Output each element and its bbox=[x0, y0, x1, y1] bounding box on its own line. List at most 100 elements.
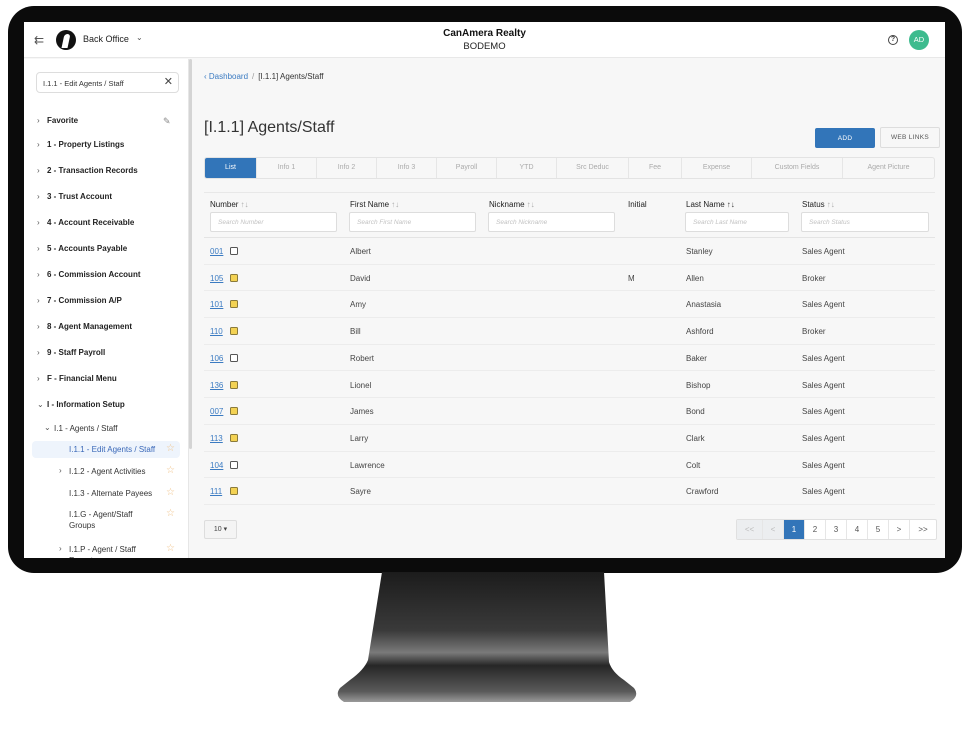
tab-info-2[interactable]: Info 2 bbox=[317, 158, 377, 178]
web-links-button[interactable]: WEB LINKS bbox=[880, 127, 940, 148]
breadcrumb-dashboard-link[interactable]: ‹ Dashboard bbox=[204, 72, 248, 81]
page-button[interactable]: 1 bbox=[784, 520, 805, 539]
tab-list[interactable]: List bbox=[205, 158, 257, 178]
table-row[interactable]: 106 Robert Baker Sales Agent bbox=[204, 345, 935, 372]
agent-number-link[interactable]: 105 bbox=[210, 274, 223, 283]
note-filled-icon[interactable] bbox=[230, 273, 238, 282]
note-filled-icon[interactable] bbox=[230, 433, 238, 442]
star-icon[interactable]: ☆ bbox=[166, 508, 175, 519]
note-filled-icon[interactable] bbox=[230, 487, 238, 496]
star-icon[interactable]: ☆ bbox=[166, 487, 175, 498]
column-header-number[interactable]: Number ↑↓ bbox=[210, 200, 248, 209]
sidebar-item-agent-management[interactable]: › 8 - Agent Management bbox=[24, 318, 188, 336]
search-status-input[interactable] bbox=[809, 217, 923, 228]
tab-expense[interactable]: Expense bbox=[682, 158, 752, 178]
table-row[interactable]: 101 Amy Anastasia Sales Agent bbox=[204, 291, 935, 319]
column-header-nickname[interactable]: Nickname ↑↓ bbox=[489, 200, 535, 209]
avatar[interactable]: AD bbox=[909, 30, 929, 50]
agent-number-link[interactable]: 001 bbox=[210, 247, 223, 256]
tab-fee[interactable]: Fee bbox=[629, 158, 682, 178]
sidebar-item-commission-ap[interactable]: › 7 - Commission A/P bbox=[24, 292, 188, 310]
agent-number-link[interactable]: 007 bbox=[210, 407, 223, 416]
add-button[interactable]: ADD bbox=[815, 128, 875, 148]
sidebar-item-information-setup[interactable]: ⌄ I - Information Setup bbox=[24, 396, 188, 414]
agent-number-link[interactable]: 106 bbox=[210, 354, 223, 363]
page-button[interactable]: 5 bbox=[868, 520, 889, 539]
note-filled-icon[interactable] bbox=[230, 327, 238, 336]
column-header-last-name[interactable]: Last Name ↑↓ bbox=[686, 200, 735, 209]
note-empty-icon[interactable] bbox=[230, 460, 238, 469]
search-first-name-input[interactable] bbox=[357, 217, 470, 228]
pencil-icon[interactable]: ✎ bbox=[163, 112, 171, 130]
tab-src-deduc[interactable]: Src Deduc bbox=[557, 158, 629, 178]
table-row[interactable]: 110 Bill Ashford Broker bbox=[204, 318, 935, 345]
sidebar-item-trust-account[interactable]: › 3 - Trust Account bbox=[24, 188, 188, 206]
sidebar-item-account-receivable[interactable]: › 4 - Account Receivable bbox=[24, 214, 188, 232]
table-row[interactable]: 007 James Bond Sales Agent bbox=[204, 398, 935, 425]
sidebar-subitem-agent-activities[interactable]: › I.1.2 - Agent Activities ☆ bbox=[24, 464, 188, 480]
tab-custom-fields[interactable]: Custom Fields bbox=[752, 158, 843, 178]
sidebar-item-label: 4 - Account Receivable bbox=[47, 218, 135, 227]
tab-info-3[interactable]: Info 3 bbox=[377, 158, 437, 178]
sidebar-subitem-agent-staff-reports[interactable]: › I.1.P - Agent / Staff Reports ☆ bbox=[24, 542, 188, 558]
agent-number-link[interactable]: 113 bbox=[210, 434, 223, 443]
sidebar-subitem-alternate-payees[interactable]: I.1.3 - Alternate Payees ☆ bbox=[24, 486, 188, 502]
note-filled-icon[interactable] bbox=[230, 300, 238, 309]
last-page-button[interactable]: >> bbox=[910, 520, 936, 539]
tab-ytd[interactable]: YTD bbox=[497, 158, 557, 178]
search-last-name-input[interactable] bbox=[693, 217, 785, 228]
sidebar-item-accounts-payable[interactable]: › 5 - Accounts Payable bbox=[24, 240, 188, 258]
first-page-button[interactable]: << bbox=[737, 520, 763, 539]
agent-number-link[interactable]: 104 bbox=[210, 461, 223, 470]
sidebar-item-commission-account[interactable]: › 6 - Commission Account bbox=[24, 266, 188, 284]
sidebar-search-input[interactable] bbox=[43, 77, 158, 89]
table-row[interactable]: 113 Larry Clark Sales Agent bbox=[204, 425, 935, 452]
table-row[interactable]: 111 Sayre Crawford Sales Agent bbox=[204, 478, 935, 505]
sidebar-item-financial-menu[interactable]: › F - Financial Menu bbox=[24, 370, 188, 388]
table-row[interactable]: 136 Lionel Bishop Sales Agent bbox=[204, 372, 935, 399]
page-size-select[interactable]: 10 ▾ bbox=[204, 520, 237, 539]
help-icon[interactable]: ? bbox=[888, 35, 898, 45]
agent-number-link[interactable]: 111 bbox=[210, 487, 222, 496]
tab-agent-picture[interactable]: Agent Picture bbox=[843, 158, 934, 178]
sidebar-item-property-listings[interactable]: › 1 - Property Listings bbox=[24, 136, 188, 154]
page-button[interactable]: 2 bbox=[805, 520, 826, 539]
column-header-first-name[interactable]: First Name ↑↓ bbox=[350, 200, 399, 209]
sort-icon[interactable]: ↑↓ bbox=[240, 200, 248, 209]
note-empty-icon[interactable] bbox=[230, 353, 238, 362]
note-filled-icon[interactable] bbox=[230, 380, 238, 389]
sidebar-subitem-agent-staff-groups[interactable]: I.1.G - Agent/Staff Groups ☆ bbox=[24, 507, 188, 533]
table-row[interactable]: 001 Albert Stanley Sales Agent bbox=[204, 238, 935, 265]
star-icon[interactable]: ☆ bbox=[166, 543, 175, 554]
search-number-input[interactable] bbox=[218, 217, 331, 228]
sidebar-item-transaction-records[interactable]: › 2 - Transaction Records bbox=[24, 162, 188, 180]
tab-info-1[interactable]: Info 1 bbox=[257, 158, 317, 178]
sidebar-subitem-edit-agents-staff[interactable]: I.1.1 - Edit Agents / Staff ☆ bbox=[32, 441, 180, 458]
sort-asc-icon[interactable]: ↑↓ bbox=[727, 200, 735, 209]
sidebar-item-favorite[interactable]: › Favorite ✎ bbox=[24, 112, 188, 130]
star-icon[interactable]: ☆ bbox=[166, 465, 175, 476]
tab-payroll[interactable]: Payroll bbox=[437, 158, 497, 178]
sort-icon[interactable]: ↑↓ bbox=[827, 200, 835, 209]
next-page-button[interactable]: > bbox=[889, 520, 910, 539]
agent-number-link[interactable]: 110 bbox=[210, 327, 223, 336]
sidebar-subitem-agents-staff[interactable]: ⌄ I.1 - Agents / Staff bbox=[24, 422, 188, 438]
note-filled-icon[interactable] bbox=[230, 407, 238, 416]
prev-page-button[interactable]: < bbox=[763, 520, 784, 539]
search-nickname-input[interactable] bbox=[496, 217, 609, 228]
sort-icon[interactable]: ↑↓ bbox=[391, 200, 399, 209]
agent-number-link[interactable]: 101 bbox=[210, 300, 223, 309]
star-icon[interactable]: ☆ bbox=[166, 443, 175, 454]
sidebar-item-staff-payroll[interactable]: › 9 - Staff Payroll bbox=[24, 344, 188, 362]
table-row[interactable]: 104 Lawrence Colt Sales Agent bbox=[204, 452, 935, 479]
table-row[interactable]: 105 David M Allen Broker bbox=[204, 265, 935, 292]
close-icon[interactable]: ✕ bbox=[164, 76, 173, 89]
page-button[interactable]: 3 bbox=[826, 520, 847, 539]
sort-icon[interactable]: ↑↓ bbox=[527, 200, 535, 209]
page-title: [I.1.1] Agents/Staff bbox=[204, 119, 335, 136]
note-empty-icon[interactable] bbox=[230, 247, 238, 255]
column-header-status[interactable]: Status ↑↓ bbox=[802, 200, 835, 209]
agent-number-link[interactable]: 136 bbox=[210, 381, 223, 390]
page-button[interactable]: 4 bbox=[847, 520, 868, 539]
caret-down-icon: ▾ bbox=[223, 526, 228, 533]
